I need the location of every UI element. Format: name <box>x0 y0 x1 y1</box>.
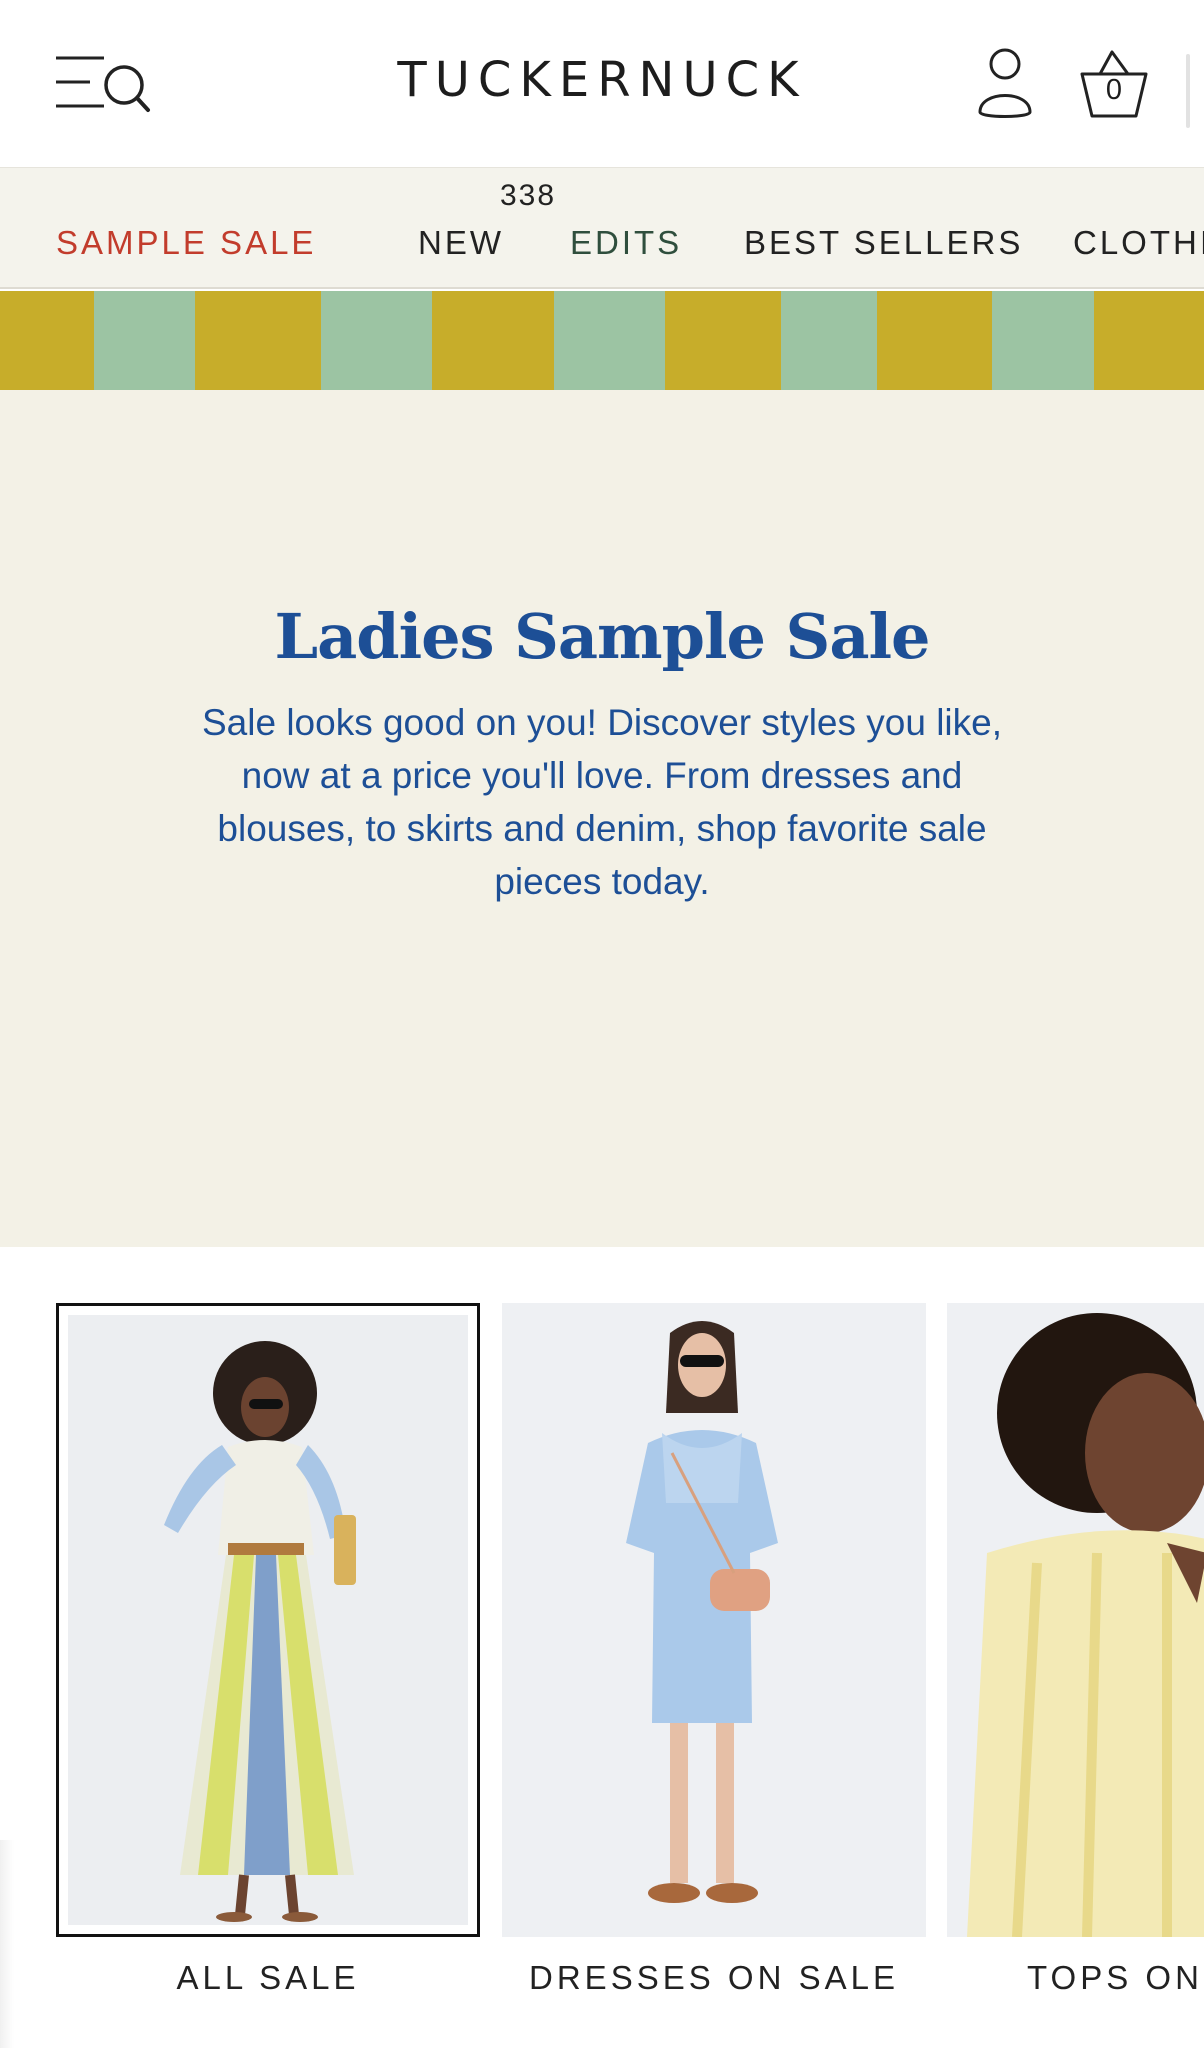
hero-section: Ladies Sample Sale Sale looks good on yo… <box>0 390 1204 1247</box>
model-yellow-top-image <box>947 1303 1204 1937</box>
site-header: TUCKERNUCK 0 <box>0 0 1204 167</box>
new-count-badge: 338 <box>500 179 557 212</box>
category-label: ALL SALE <box>176 1959 360 1996</box>
nav-item-best-sellers[interactable]: BEST SELLERS <box>744 208 1023 278</box>
category-nav: SAMPLE SALE 338 NEW EDITS BEST SELLERS C… <box>0 167 1204 289</box>
banner-stripe <box>321 291 432 390</box>
banner-stripe <box>0 291 94 390</box>
banner-stripe <box>992 291 1094 390</box>
model-floral-dress-image <box>68 1315 468 1925</box>
model-blue-dress-image <box>502 1303 926 1937</box>
category-image <box>502 1303 926 1937</box>
banner-stripe <box>432 291 554 390</box>
category-card-dresses-on-sale[interactable]: DRESSES ON SALE <box>502 1303 926 1997</box>
category-image-frame <box>502 1303 926 1937</box>
banner-stripe <box>781 291 877 390</box>
banner-stripe <box>195 291 321 390</box>
hero-description: Sale looks good on you! Discover styles … <box>201 702 1003 902</box>
nav-item-edits[interactable]: EDITS <box>570 208 682 278</box>
banner-stripe <box>94 291 195 390</box>
nav-item-sample-sale[interactable]: SAMPLE SALE <box>56 208 316 278</box>
striped-banner <box>0 291 1204 390</box>
cart-button[interactable]: 0 <box>1078 48 1150 122</box>
account-button[interactable] <box>976 46 1034 122</box>
category-image <box>68 1315 468 1925</box>
banner-stripe <box>877 291 992 390</box>
banner-stripe <box>665 291 781 390</box>
scroll-indicator <box>1186 54 1190 128</box>
category-card-all-sale[interactable]: ALL SALE <box>56 1303 480 1997</box>
user-icon <box>978 48 1032 118</box>
category-label: TOPS ON SALE <box>1027 1959 1204 1996</box>
banner-stripe <box>1094 291 1204 390</box>
page-title: Ladies Sample Sale <box>274 600 930 673</box>
category-card-tops-on-sale[interactable]: TOPS ON SALE <box>947 1303 1204 1997</box>
category-image <box>947 1303 1204 1937</box>
category-image-frame <box>947 1303 1204 1937</box>
edge-shadow <box>0 1840 14 2048</box>
category-image-frame <box>56 1303 480 1937</box>
cart-count: 0 <box>1105 74 1123 106</box>
category-carousel: ALL SALE DRESSES ON SALE TOPS ON <box>0 1247 1204 2048</box>
nav-item-new[interactable]: NEW <box>418 208 504 278</box>
nav-item-clothing[interactable]: CLOTHING <box>1073 208 1204 278</box>
category-label: DRESSES ON SALE <box>529 1959 899 1996</box>
banner-stripe <box>554 291 665 390</box>
